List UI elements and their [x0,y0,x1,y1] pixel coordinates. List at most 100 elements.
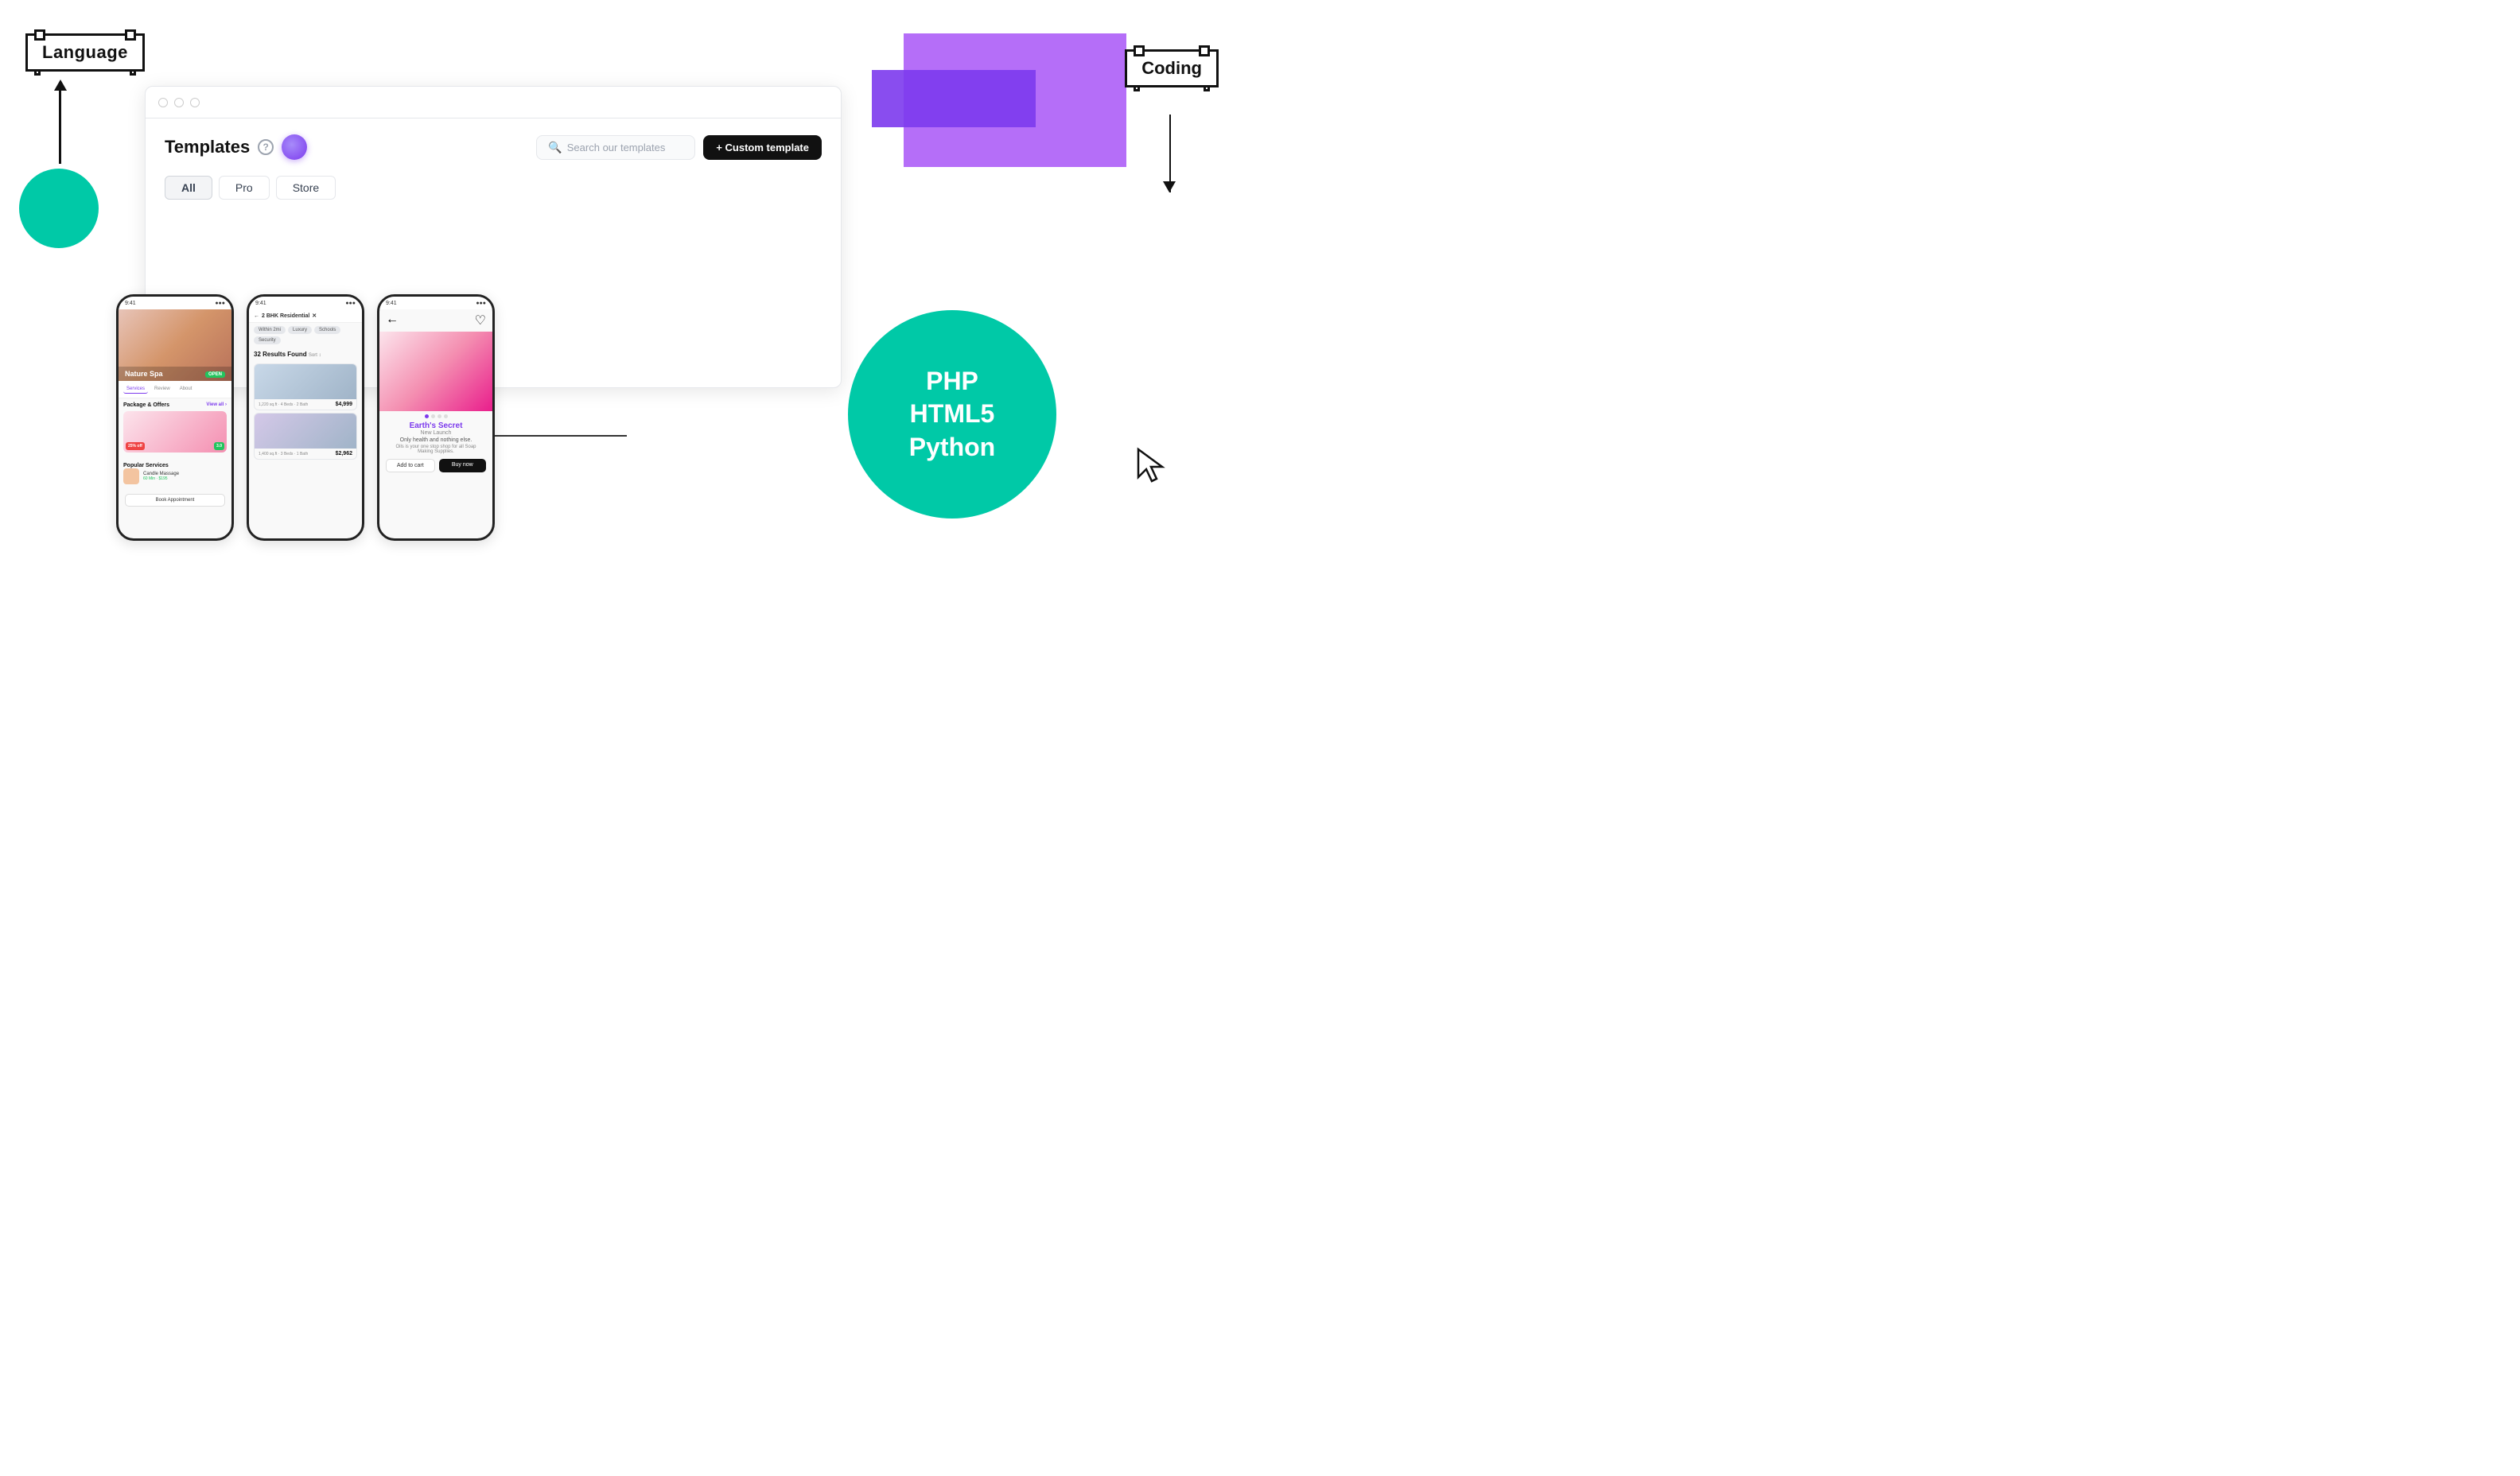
browser-content: Templates ? 🔍 Search our templates + Cus… [146,118,841,216]
tab-pro[interactable]: Pro [219,176,270,200]
dot-3 [438,414,441,418]
property-card-1: 1,220 sq.ft · 4 Beds · 2 Bath $4,999 [254,363,357,410]
tab-store[interactable]: Store [276,176,336,200]
product-sub: Oils is your one stop shop for all Soap … [387,445,484,454]
dot-2 [431,414,435,418]
templates-title: Templates [165,137,250,157]
product-tagline: Only health and nothing else. [387,437,484,443]
phone1-tabs: Services Review About [119,381,231,398]
tab-services[interactable]: Services [123,385,148,394]
window-dot-1 [158,98,168,107]
phone3-header: ← ♡ [379,309,492,332]
browser-header-row: Templates ? 🔍 Search our templates + Cus… [165,134,822,160]
prop-price-2: $2,962 [336,451,352,456]
service-price: 60 Min · $195 [143,476,179,481]
phone2-tags: Within 2mi Luxury Schools Security [249,323,362,348]
phone3-back[interactable]: ← [386,313,399,328]
phone-spa: 9:41 ●●● Nature Spa OPEN Services Review… [116,294,234,541]
prop-details-2: 1,400 sq.ft · 3 Beds · 1 Bath [259,452,308,456]
search-icon: 🔍 [548,141,562,154]
phone3-product-info: Earth's Secret New Launch Only health an… [379,421,492,454]
tag-within[interactable]: Within 2mi [254,326,286,334]
phone3-time: 9:41 [386,301,397,306]
green-pct-badge: 3.0 [214,442,224,450]
phone3-action-buttons: Add to cart Buy now [379,454,492,477]
spa-title: Nature Spa [125,370,163,378]
popular-services-header: Popular Services [123,463,227,468]
tab-all[interactable]: All [165,176,212,200]
location-text: 2 BHK Residential [262,313,309,319]
add-to-cart-button[interactable]: Add to cart [386,459,435,472]
tech-circle-text: PHP HTML5 Python [909,365,995,464]
popular-services-label: Popular Services [123,463,169,468]
dot-1 [425,414,429,418]
phone2-location: ← 2 BHK Residential ✕ [254,313,357,319]
coding-label-box: Coding [1125,49,1219,87]
discount-badge: 25% off [126,442,145,450]
phone3-status-bar: 9:41 ●●● [379,297,492,309]
question-icon[interactable]: ? [258,139,274,155]
window-dot-3 [190,98,200,107]
purple-rect-medium [872,70,1036,127]
browser-title-group: Templates ? [165,134,307,160]
search-bar[interactable]: 🔍 Search our templates [536,135,695,160]
tab-about[interactable]: About [177,385,196,394]
tag-security[interactable]: Security [254,336,281,344]
purple-dot-button[interactable] [282,134,307,160]
search-placeholder-text: Search our templates [567,142,666,153]
dot-4 [444,414,448,418]
header-right-group: 🔍 Search our templates + Custom template [536,135,822,160]
book-appointment-btn[interactable]: Book Appointment [119,491,231,510]
phone2-results: 32 Results Found Sort ↕ [249,348,362,361]
phone1-offers-section: Package & Offers View all › 25% off 3.0 [119,398,231,460]
phone1-offers-image: 25% off 3.0 [123,411,227,453]
phone3-image-dots [379,414,492,418]
phone3-signal: ●●● [476,301,486,306]
phone1-section-header: Package & Offers View all › [123,402,227,408]
phone-earths-secret: 9:41 ●●● ← ♡ Earth's Secret New Launch O… [377,294,495,541]
tech-php: PHP [909,365,995,398]
language-label-text: Language [42,42,128,62]
tag-luxury[interactable]: Luxury [288,326,312,334]
phone3-product-image [379,332,492,411]
property-card-2: 1,400 sq.ft · 3 Beds · 1 Bath $2,962 [254,413,357,460]
tech-python: Python [909,431,995,464]
phone1-img-overlay: Nature Spa OPEN [119,367,231,381]
tab-review[interactable]: Review [151,385,173,394]
language-label-box: Language [25,33,145,72]
tech-html5: HTML5 [909,398,995,431]
popular-services-section: Popular Services Candle Massage 60 Min ·… [119,460,231,491]
open-badge: OPEN [205,371,225,378]
property-info-2: 1,400 sq.ft · 3 Beds · 1 Bath $2,962 [255,449,356,459]
phone2-status-bar: 9:41 ●●● [249,297,362,309]
phone1-signal: ●●● [215,301,225,306]
view-all-link[interactable]: View all › [206,402,227,408]
property-info-1: 1,220 sq.ft · 4 Beds · 2 Bath $4,999 [255,399,356,410]
service-item-candle: Candle Massage 60 Min · $195 [123,468,227,484]
phone2-signal: ●●● [345,301,356,306]
browser-titlebar [146,87,841,118]
property-image-2 [255,414,356,449]
phone3-fav[interactable]: ♡ [475,313,486,328]
prop-details-1: 1,220 sq.ft · 4 Beds · 2 Bath [259,402,308,407]
service-image [123,468,139,484]
brand-name: Earth's Secret [387,421,484,430]
phones-row: 9:41 ●●● Nature Spa OPEN Services Review… [110,294,501,541]
launch-label: New Launch [387,430,484,436]
window-dot-2 [174,98,184,107]
phone-real-estate: 9:41 ●●● ← 2 BHK Residential ✕ Within 2m… [247,294,364,541]
coding-arrow-line [1169,115,1171,192]
custom-template-button[interactable]: + Custom template [703,135,822,160]
browser-tabs: All Pro Store [165,176,822,200]
buy-now-button[interactable]: Buy now [439,459,487,472]
phone2-header: ← 2 BHK Residential ✕ [249,309,362,323]
phone1-time: 9:41 [125,301,136,306]
language-arrow-line [59,84,61,164]
tech-languages-circle: PHP HTML5 Python [848,310,1056,519]
service-info: Candle Massage 60 Min · $195 [143,472,179,481]
prop-price-1: $4,999 [336,402,352,407]
phone1-status-bar: 9:41 ●●● [119,297,231,309]
phone1-hero-image: Nature Spa OPEN [119,309,231,381]
tag-schools[interactable]: Schools [314,326,340,334]
package-offers-label: Package & Offers [123,402,169,408]
